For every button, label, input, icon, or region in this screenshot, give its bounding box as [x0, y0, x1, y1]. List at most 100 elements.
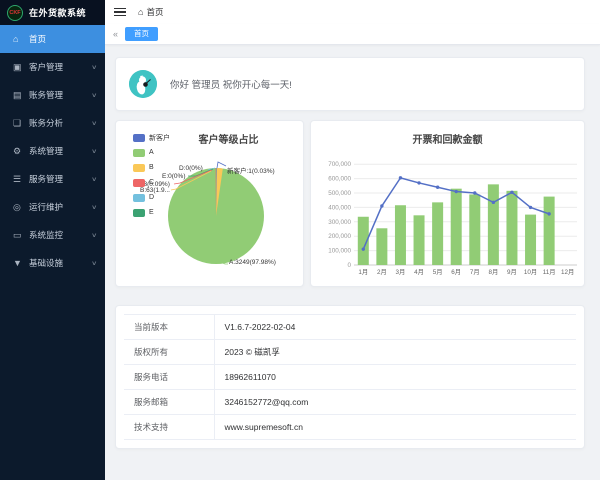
chevron-down-icon: ∨ — [91, 232, 97, 239]
svg-text:3月: 3月 — [396, 268, 406, 276]
legend-label: C — [149, 179, 154, 186]
sidebar-item-label: 账务管理 — [29, 89, 63, 101]
svg-text:5月: 5月 — [433, 268, 443, 276]
sidebar-item-2[interactable]: ▣客户管理 ∨ — [0, 53, 105, 81]
svg-text:10月: 10月 — [524, 268, 537, 276]
analysis-icon: ❏ — [13, 118, 29, 129]
info-key: 技术支持 — [124, 415, 214, 440]
svg-text:6月: 6月 — [451, 268, 461, 276]
legend-swatch — [133, 179, 145, 187]
svg-text:2月: 2月 — [377, 268, 387, 276]
sidebar: CKF 在外货款系统 ⌂首页▣客户管理∨▤账务管理∨❏账务分析∨⚙系统管理∨☰服… — [0, 0, 105, 480]
document-icon: ▤ — [13, 90, 29, 101]
tab-bar: « 首页 — [105, 24, 600, 45]
legend-item-A[interactable]: A — [133, 145, 170, 160]
hamburger-icon[interactable] — [114, 6, 126, 19]
sidebar-item-5[interactable]: ⚙系统管理 ∨ — [0, 137, 105, 165]
tabs-collapse-icon[interactable]: « — [113, 29, 118, 39]
avatar — [129, 70, 157, 98]
breadcrumb-label: 首页 — [146, 6, 163, 18]
sidebar-item-3[interactable]: ▤账务管理∨ — [0, 81, 105, 109]
table-row: 当前版本V1.6.7-2022-02-04 — [124, 315, 576, 340]
legend-label: B — [149, 164, 154, 171]
bar-chart-card: 开票和回款金额 0100,000200,000300,000400,000500… — [310, 120, 585, 287]
sidebar-item-label: 客户管理 — [29, 61, 63, 73]
table-row: 版权所有2023 © 磁凯孚 — [124, 340, 576, 365]
operation-icon: ◎ — [13, 202, 29, 213]
sidebar-item-6[interactable]: ☰服务管理 ∨ — [0, 165, 105, 193]
bar-line-chart: 0100,000200,000300,000400,000500,000600,… — [311, 121, 587, 288]
greeting-message: 你好 管理员 祝你开心每一天! — [170, 77, 292, 91]
logo-bar: CKF 在外货款系统 — [0, 0, 105, 25]
chevron-down-icon: ∨ — [91, 64, 97, 71]
svg-text:100,000: 100,000 — [328, 248, 351, 255]
table-row: 服务电话18962611070 — [124, 365, 576, 390]
svg-text:0: 0 — [347, 262, 351, 269]
pie-chart-title: 客户等级占比 — [116, 131, 303, 146]
svg-text:4月: 4月 — [414, 268, 424, 276]
legend-label: A — [149, 149, 154, 156]
legend-label: E — [149, 209, 154, 216]
table-row: 服务邮箱3246152772@qq.com — [124, 390, 576, 415]
sidebar-item-label: 首页 — [29, 33, 46, 45]
sidebar-item-9[interactable]: ▼基础设施 ∨ — [0, 249, 105, 277]
legend-swatch — [133, 194, 145, 202]
info-value: 18962611070 — [214, 365, 576, 390]
svg-text:600,000: 600,000 — [328, 176, 351, 183]
sidebar-item-label: 运行维护 — [29, 201, 63, 213]
info-key: 版权所有 — [124, 340, 214, 365]
chevron-down-icon: ∨ — [91, 176, 97, 183]
mascot-icon — [129, 70, 157, 98]
pie-label-e: E:0(0%) — [162, 173, 185, 180]
svg-text:500,000: 500,000 — [328, 190, 351, 197]
legend-swatch — [133, 149, 145, 157]
info-value: 3246152772@qq.com — [214, 390, 576, 415]
main-area: ⌂ 首页 « 首页 你好 管理员 祝你开心每一天! — [105, 0, 600, 480]
sidebar-item-1[interactable]: ⌂首页 — [0, 25, 105, 53]
chevron-down-icon: ∨ — [91, 148, 97, 155]
home-icon: ⌂ — [138, 7, 143, 17]
svg-text:700,000: 700,000 — [328, 161, 351, 168]
table-row: 技术支持www.supremesoft.cn — [124, 415, 576, 440]
sidebar-item-7[interactable]: ◎运行维护 ∨ — [0, 193, 105, 221]
sidebar-menu: ⌂首页▣客户管理∨▤账务管理∨❏账务分析∨⚙系统管理∨☰服务管理∨◎运行维护∨▭… — [0, 25, 105, 277]
legend-swatch — [133, 209, 145, 217]
info-value: V1.6.7-2022-02-04 — [214, 315, 576, 340]
legend-swatch — [133, 164, 145, 172]
sidebar-item-4[interactable]: ❏账务分析∨ — [0, 109, 105, 137]
gear-icon: ⚙ — [13, 146, 29, 157]
svg-text:11月: 11月 — [543, 268, 556, 276]
sidebar-item-label: 服务管理 — [29, 173, 63, 185]
sidebar-item-label: 系统管理 — [29, 145, 63, 157]
chevron-down-icon: ∨ — [91, 260, 97, 267]
breadcrumb[interactable]: ⌂ 首页 — [138, 6, 163, 18]
greeting-card: 你好 管理员 祝你开心每一天! — [115, 57, 585, 111]
customer-icon: ▣ — [13, 62, 29, 73]
info-key: 当前版本 — [124, 315, 214, 340]
system-info-card: 当前版本V1.6.7-2022-02-04版权所有2023 © 磁凯孚服务电话1… — [115, 305, 585, 449]
svg-text:200,000: 200,000 — [328, 233, 351, 240]
legend-item-E[interactable]: E — [133, 205, 170, 220]
info-value: 2023 © 磁凯孚 — [214, 340, 576, 365]
app-logo: CKF — [7, 5, 23, 21]
chevron-down-icon: ∨ — [91, 120, 97, 127]
svg-text:1月: 1月 — [358, 268, 368, 276]
svg-text:8月: 8月 — [488, 268, 498, 276]
chevron-down-icon: ∨ — [91, 204, 97, 211]
legend-label: D — [149, 194, 154, 201]
svg-text:400,000: 400,000 — [328, 204, 351, 211]
info-value: www.supremesoft.cn — [214, 415, 576, 440]
bar-chart-title: 开票和回款金额 — [311, 131, 584, 146]
info-key: 服务邮箱 — [124, 390, 214, 415]
tab-home[interactable]: 首页 — [125, 27, 158, 41]
server-icon: ☰ — [13, 174, 29, 185]
pie-label-a: A:3249(97.98%) — [229, 259, 276, 266]
infrastructure-icon: ▼ — [13, 258, 29, 268]
info-key: 服务电话 — [124, 365, 214, 390]
top-navbar: ⌂ 首页 — [105, 0, 600, 24]
home-icon: ⌂ — [13, 34, 29, 44]
sidebar-item-8[interactable]: ▭系统监控∨ — [0, 221, 105, 249]
sidebar-item-label: 基础设施 — [29, 257, 63, 269]
app-title: 在外货款系统 — [29, 6, 86, 19]
pie-label-b: B:63(1.9... — [140, 187, 170, 194]
